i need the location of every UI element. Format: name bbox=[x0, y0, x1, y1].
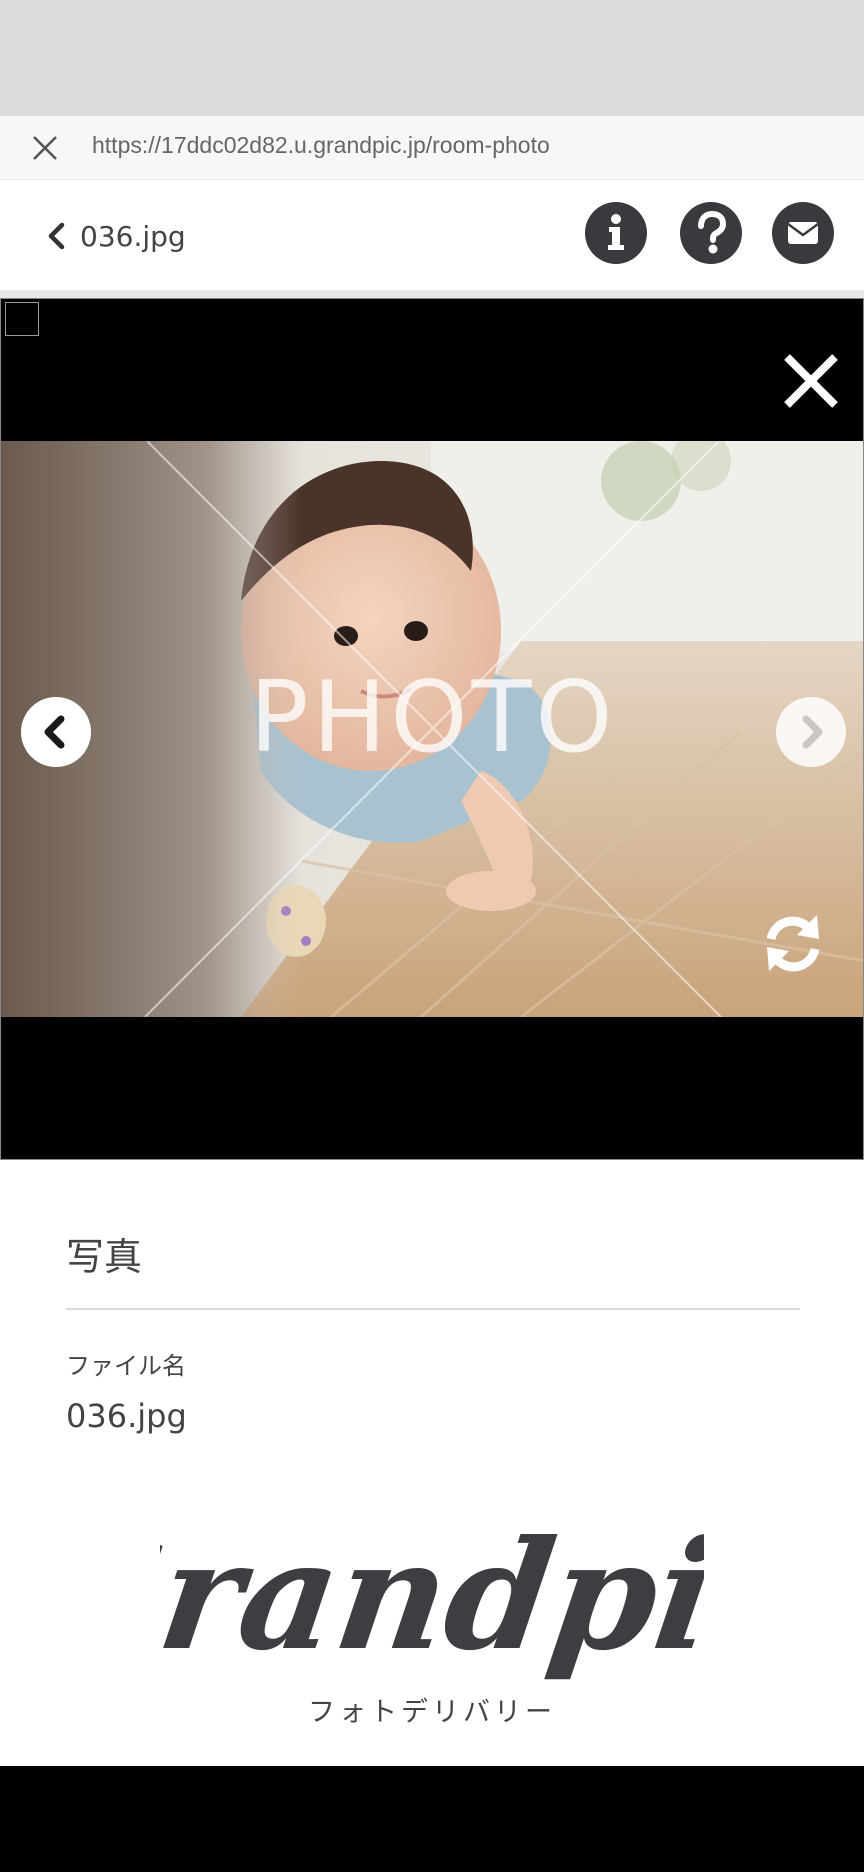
section-title: 写真 bbox=[66, 1235, 143, 1279]
section-divider bbox=[66, 1308, 800, 1310]
info-button[interactable] bbox=[585, 202, 647, 264]
url-text[interactable]: https://17ddc02d82.u.grandpic.jp/room-ph… bbox=[92, 132, 550, 159]
chevron-right-icon bbox=[802, 715, 823, 749]
status-bar-area bbox=[0, 0, 864, 116]
next-photo-button[interactable] bbox=[776, 697, 846, 767]
help-button[interactable] bbox=[680, 202, 742, 264]
back-button[interactable]: 036.jpg bbox=[44, 214, 186, 258]
logo-text: Grandpic bbox=[160, 1508, 704, 1684]
file-name-value: 036.jpg bbox=[66, 1397, 187, 1435]
question-icon bbox=[698, 210, 727, 254]
photo-image: PHOTO bbox=[1, 441, 863, 1017]
close-icon[interactable] bbox=[27, 132, 63, 164]
select-checkbox[interactable] bbox=[5, 302, 39, 336]
mail-button[interactable] bbox=[772, 202, 834, 264]
close-icon bbox=[784, 354, 838, 408]
chevron-left-icon bbox=[44, 715, 65, 749]
bottom-bar bbox=[0, 1766, 864, 1872]
mail-icon bbox=[787, 222, 819, 244]
brand-tagline: フォトデリバリー bbox=[308, 1697, 556, 1728]
grandpic-logo: Grandpic bbox=[160, 1508, 704, 1684]
rotate-button[interactable] bbox=[757, 907, 829, 979]
viewer-close-button[interactable] bbox=[779, 349, 843, 413]
rotate-icon bbox=[766, 915, 820, 972]
photo-viewer: PHOTO bbox=[0, 298, 864, 1160]
photo-info-section: 写真 ファイル名 036.jpg bbox=[66, 1232, 800, 1436]
header-filename: 036.jpg bbox=[80, 219, 186, 253]
browser-url-bar: https://17ddc02d82.u.grandpic.jp/room-ph… bbox=[0, 116, 864, 180]
file-name-label: ファイル名 bbox=[66, 1352, 186, 1380]
previous-photo-button[interactable] bbox=[21, 697, 91, 767]
watermark-text: PHOTO bbox=[249, 661, 617, 775]
header-divider bbox=[0, 290, 864, 298]
page-header: 036.jpg bbox=[0, 180, 864, 290]
info-icon bbox=[608, 214, 624, 250]
chevron-left-icon bbox=[48, 222, 65, 250]
